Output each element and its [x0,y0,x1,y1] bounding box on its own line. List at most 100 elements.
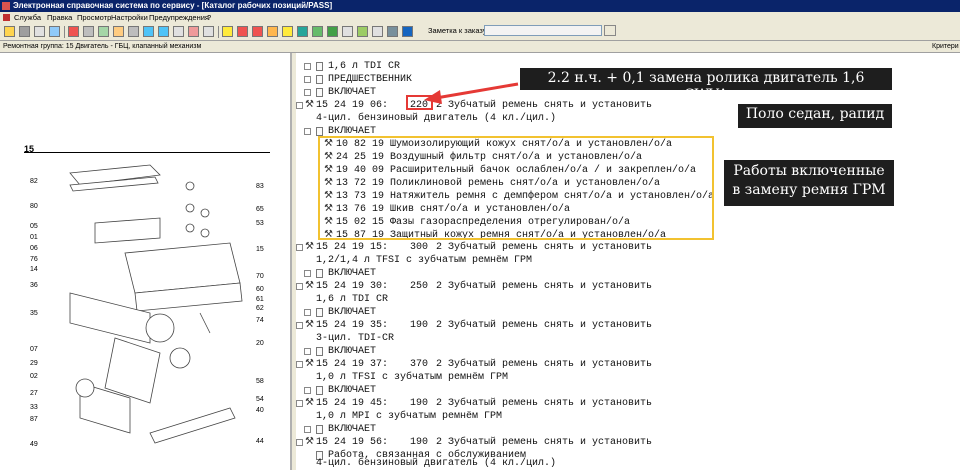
dipstick-part [149,407,236,444]
wrench-icon: ⚒ [305,281,314,292]
part-icon[interactable] [267,26,278,37]
expand-icon[interactable] [304,76,311,83]
row-text: 1,0 л MPI с зубчатым ремнём ГРМ [316,411,503,422]
expand-icon[interactable] [304,63,311,70]
part-label: 53 [256,220,264,227]
globe-icon[interactable] [402,26,413,37]
app-menu-icon[interactable] [3,14,10,21]
expand-icon[interactable] [296,102,303,109]
print-icon[interactable] [19,26,30,37]
document-icon [316,127,323,136]
operation-code: 15 24 19 06: [316,100,389,111]
tools-icon[interactable] [357,26,368,37]
operation-code: 15 24 19 15: [316,242,389,253]
included-works-highlight [318,136,714,240]
expand-icon[interactable] [296,244,303,251]
operation-code: 15 24 19 45: [316,398,389,409]
diagram-pane: 82 80 05 01 06 76 14 36 35 07 29 02 27 3… [0,53,292,470]
part-label: 14 [30,266,38,273]
car-green-icon[interactable] [312,26,323,37]
down-icon[interactable] [158,26,169,37]
part-label: 87 [30,416,38,423]
expand-icon[interactable] [304,89,311,96]
app-icon [2,2,10,10]
search-icon[interactable] [49,26,60,37]
part-label: 35 [30,310,38,317]
order-note-button[interactable] [604,25,616,36]
expand-icon[interactable] [296,322,303,329]
menu-bar: Служба Правка Просмотр Настройки Предупр… [0,12,960,23]
warning-icon[interactable] [282,26,293,37]
list-icon[interactable] [128,26,139,37]
menu-settings[interactable]: Настройки [111,12,148,23]
up-icon[interactable] [143,26,154,37]
expand-icon[interactable] [304,309,311,316]
doc-icon[interactable] [203,26,214,37]
order-note-input[interactable] [484,25,602,36]
cut-icon[interactable] [68,26,79,37]
menu-view[interactable]: Просмотр [77,12,111,23]
valve-part [199,312,211,334]
operation-text: 2 Зубчатый ремень снять и установить [436,398,653,409]
highlight-icon[interactable] [222,26,233,37]
part-label: 61 [256,296,264,303]
document-icon [316,62,323,71]
stop-icon[interactable] [252,26,263,37]
part-label: 70 [256,273,264,280]
menu-service[interactable]: Служба [14,12,41,23]
expand-icon[interactable] [296,361,303,368]
part-label: 58 [256,378,264,385]
operation-time: 370 [410,359,429,370]
operation-text: 2 Зубчатый ремень снять и установить [436,359,653,370]
mark-icon[interactable] [188,26,199,37]
expand-icon[interactable] [304,348,311,355]
red-flag-icon[interactable] [237,26,248,37]
expand-icon[interactable] [304,270,311,277]
settings-icon[interactable] [372,26,383,37]
part-label: 49 [30,441,38,448]
bolt-part [185,223,195,233]
filter-icon[interactable] [173,26,184,37]
row-text: 3-цил. TDI-CR [316,333,395,344]
menu-help[interactable]: ? [207,12,211,23]
document-icon [316,269,323,278]
document-icon [316,386,323,395]
part-label: 82 [30,178,38,185]
expand-icon[interactable] [304,128,311,135]
camshaft-part [94,217,161,244]
menu-edit[interactable]: Правка [47,12,72,23]
row-text: 4-цил. бензиновый двигатель (4 кл./цил.) [316,113,557,124]
expand-icon[interactable] [296,283,303,290]
expand-icon[interactable] [296,400,303,407]
part-label: 74 [256,317,264,324]
menu-warnings[interactable]: Предупреждения [149,12,209,23]
operation-text: 2 Зубчатый ремень снять и установить [436,242,653,253]
open-icon[interactable] [4,26,15,37]
expand-icon[interactable] [296,439,303,446]
wrench-icon: ⚒ [305,100,314,111]
car-icon[interactable] [297,26,308,37]
operation-text: 2 Зубчатый ремень снять и установить [436,320,653,331]
part-label: 07 [30,346,38,353]
part-label: 76 [30,256,38,263]
info-icon[interactable] [387,26,398,37]
lock-icon[interactable] [113,26,124,37]
arrow-head-icon [424,90,442,104]
row-text: ВКЛЮЧАЕТ [328,87,377,98]
truck-icon[interactable] [327,26,338,37]
expand-icon[interactable] [304,426,311,433]
part-label: 20 [256,340,264,347]
toolbar-separator [64,26,65,38]
check-icon[interactable] [98,26,109,37]
wrench-icon[interactable] [342,26,353,37]
part-label: 29 [30,360,38,367]
note-icon[interactable] [83,26,94,37]
copy-icon[interactable] [34,26,45,37]
row-text: ВКЛЮЧАЕТ [328,385,377,396]
row-text: ВКЛЮЧАЕТ [328,424,377,435]
expand-icon[interactable] [304,387,311,394]
row-text: 1,6 л TDI CR [316,294,389,305]
document-icon [316,88,323,97]
part-label: 65 [256,206,264,213]
part-label: 36 [30,282,38,289]
